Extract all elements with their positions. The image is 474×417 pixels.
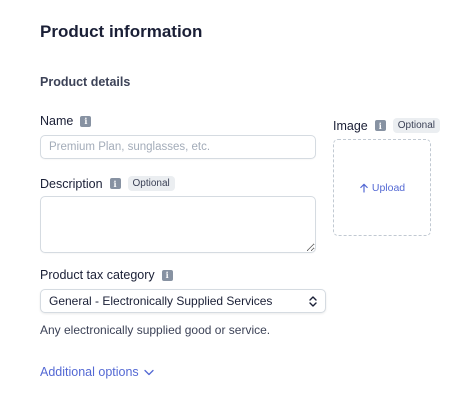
tax-category-label-row: Product tax category i <box>40 268 173 282</box>
section-title: Product details <box>40 75 131 89</box>
upload-label: Upload <box>371 181 406 194</box>
page-title: Product information <box>40 22 203 41</box>
name-input[interactable] <box>40 135 316 159</box>
description-label: Description <box>40 176 103 191</box>
image-upload-dropzone[interactable]: Upload <box>333 139 431 236</box>
info-icon[interactable]: i <box>374 120 386 131</box>
image-label-row: Image i Optional <box>333 118 440 133</box>
description-label-row: Description i Optional <box>40 176 175 191</box>
name-label: Name <box>40 114 74 128</box>
info-icon[interactable]: i <box>109 178 121 189</box>
optional-badge: Optional <box>127 176 175 191</box>
image-label: Image <box>333 118 368 133</box>
arrow-up-icon <box>360 183 368 193</box>
info-icon[interactable]: i <box>80 115 92 127</box>
info-icon[interactable]: i <box>161 269 173 281</box>
description-textarea[interactable] <box>40 196 316 253</box>
tax-category-help-text: Any electronically supplied good or serv… <box>40 323 271 337</box>
additional-options-label: Additional options <box>40 365 139 379</box>
chevron-down-icon <box>144 369 154 375</box>
chevron-updown-icon <box>309 296 317 307</box>
name-label-row: Name i <box>40 114 92 128</box>
tax-category-value: General - Electronically Supplied Servic… <box>49 294 273 308</box>
tax-category-label: Product tax category <box>40 268 155 282</box>
optional-badge: Optional <box>392 118 440 133</box>
additional-options-link[interactable]: Additional options <box>40 365 154 379</box>
tax-category-select[interactable]: General - Electronically Supplied Servic… <box>40 289 326 313</box>
